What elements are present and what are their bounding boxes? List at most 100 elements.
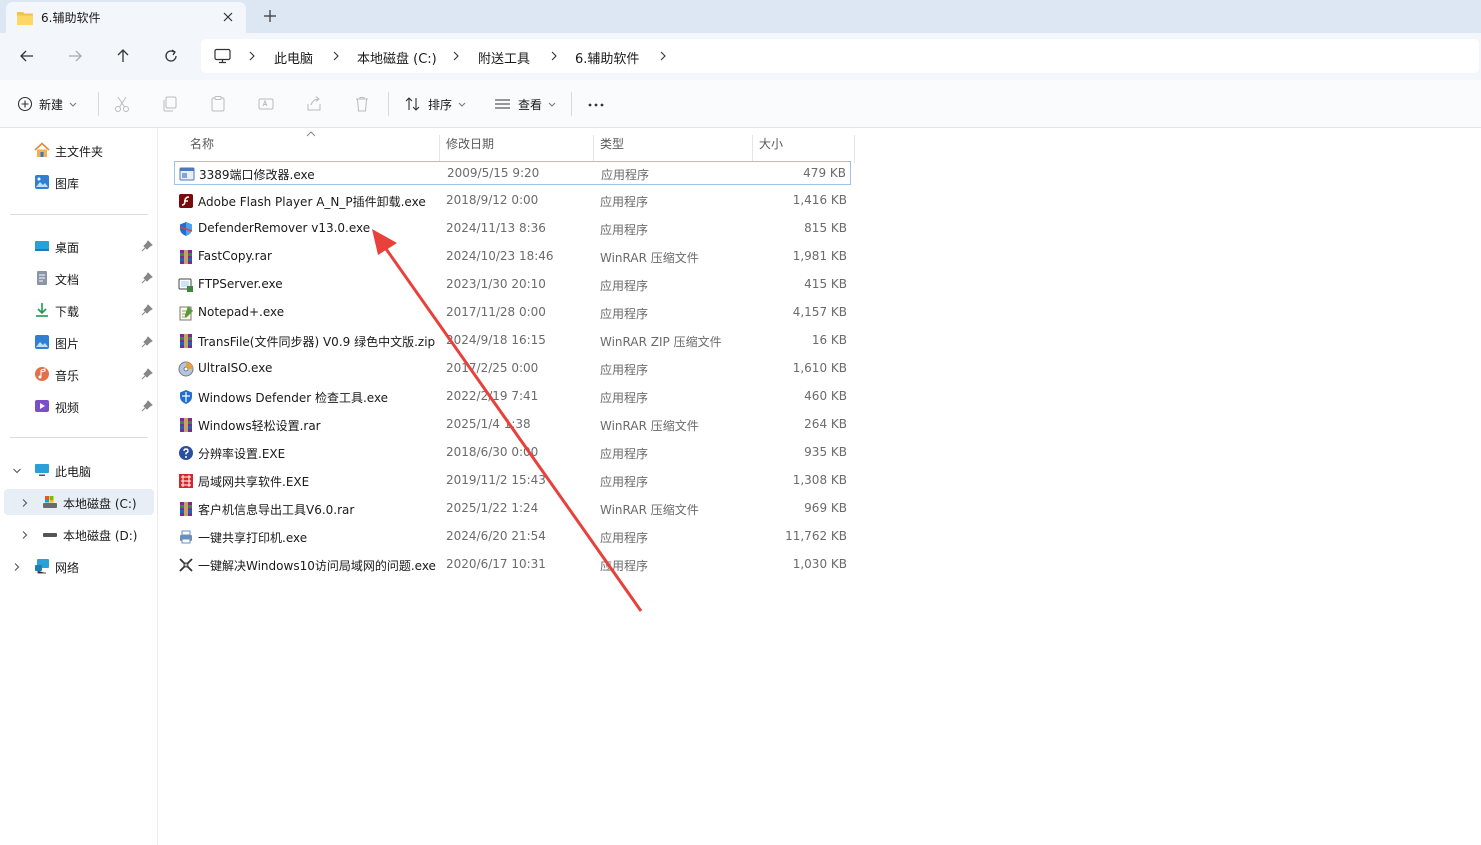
column-header-name[interactable]: 名称	[190, 135, 214, 152]
forward-arrow-icon[interactable]	[65, 46, 85, 66]
sidebar-item-network[interactable]: 网络	[0, 553, 158, 579]
column-header-type[interactable]: 类型	[600, 135, 624, 152]
rename-icon[interactable]	[257, 94, 275, 114]
drive-d-icon	[42, 526, 58, 542]
file-row[interactable]: 3389端口修改器.exe 2009/5/15 9:20 应用程序 479 KB	[174, 161, 851, 185]
file-row[interactable]: Windows Defender 检查工具.exe 2022/2/19 7:41 应…	[174, 385, 851, 409]
sidebar-item-label: 网络	[55, 561, 80, 575]
sidebar-item-documents[interactable]: 文档	[0, 265, 158, 291]
sidebar-item-gallery[interactable]: 图库	[0, 169, 158, 195]
file-row[interactable]: UltraISO.exe 2017/2/25 0:00 应用程序 1,610 KB	[174, 357, 851, 381]
file-name: Windows Defender 检查工具.exe	[198, 391, 389, 405]
address-bar[interactable]: 此电脑 本地磁盘 (C:) 附送工具 6.辅助软件	[201, 39, 1479, 73]
copy-icon[interactable]	[161, 94, 179, 114]
file-size: 11,762 KB	[785, 529, 847, 543]
column-divider[interactable]	[854, 135, 855, 163]
sidebar-item-downloads[interactable]: 下载	[0, 297, 158, 323]
sort-button[interactable]: 排序	[404, 94, 466, 114]
file-size: 1,308 KB	[792, 473, 847, 487]
back-arrow-icon[interactable]	[17, 46, 37, 66]
sidebar-item-label: 文档	[55, 273, 80, 287]
new-tab-icon[interactable]	[262, 8, 278, 24]
pin-icon[interactable]	[141, 368, 153, 380]
pin-icon[interactable]	[141, 272, 153, 284]
column-header-size[interactable]: 大小	[759, 135, 783, 152]
chevron-right-icon[interactable]	[20, 529, 30, 539]
file-type: 应用程序	[600, 223, 649, 237]
file-row[interactable]: FastCopy.rar 2024/10/23 18:46 WinRAR 压缩文件 1…	[174, 245, 851, 269]
sidebar-item-music[interactable]: 音乐	[0, 361, 158, 387]
file-row[interactable]: 一键共享打印机.exe 2024/6/20 21:54 应用程序 11,762 KB	[174, 525, 851, 549]
file-row[interactable]: Notepad+.exe 2017/11/28 0:00 应用程序 4,157 KB	[174, 301, 851, 325]
chevron-right-icon[interactable]	[12, 561, 22, 571]
file-row[interactable]: 客户机信息导出工具V6.0.rar 2025/1/22 1:24 WinRAR 压缩…	[174, 497, 851, 521]
breadcrumb-current-folder[interactable]: 6.辅助软件	[575, 48, 639, 67]
new-button[interactable]: 新建	[17, 94, 77, 114]
drive-c-icon	[42, 494, 58, 510]
printer-share-icon	[178, 529, 194, 545]
sidebar-item-pictures[interactable]: 图片	[0, 329, 158, 355]
view-button[interactable]: 查看	[494, 94, 556, 114]
file-date: 2025/1/22 1:24	[446, 501, 539, 515]
chevron-down-icon[interactable]	[12, 465, 22, 475]
file-row[interactable]: TransFile(文件同步器) V0.9 绿色中文版.zip 2024/9/18…	[174, 329, 851, 353]
chevron-down-icon	[458, 97, 466, 111]
sidebar-item-drive-d[interactable]: 本地磁盘 (D:)	[0, 521, 158, 547]
tab-current[interactable]: 6.辅助软件	[6, 2, 246, 33]
file-row[interactable]: 一键解决Windows10访问局域网的问题.exe 2020/6/17 10:31…	[174, 553, 851, 577]
column-divider[interactable]	[593, 135, 594, 163]
pin-icon[interactable]	[141, 304, 153, 316]
chevron-right-icon[interactable]	[20, 497, 30, 507]
share-icon[interactable]	[305, 94, 323, 114]
column-divider[interactable]	[752, 135, 753, 163]
sidebar-item-drive-c[interactable]: 本地磁盘 (C:)	[4, 489, 154, 515]
pin-icon[interactable]	[141, 240, 153, 252]
sidebar-item-videos[interactable]: 视频	[0, 393, 158, 419]
file-name: DefenderRemover v13.0.exe	[198, 221, 371, 235]
file-name: 3389端口修改器.exe	[199, 168, 315, 182]
sidebar-item-label: 视频	[55, 401, 80, 415]
network-icon	[34, 558, 50, 574]
winrar-icon	[178, 417, 194, 433]
monitor-icon[interactable]	[214, 48, 231, 67]
sidebar-item-home[interactable]: 主文件夹	[0, 137, 158, 163]
file-size: 415 KB	[804, 277, 847, 291]
close-icon[interactable]	[221, 10, 235, 24]
file-date: 2025/1/4 1:38	[446, 417, 531, 431]
navigation-bar: 此电脑 本地磁盘 (C:) 附送工具 6.辅助软件	[0, 33, 1481, 80]
sidebar-item-desktop[interactable]: 桌面	[0, 233, 158, 259]
sidebar-item-this-pc[interactable]: 此电脑	[0, 457, 158, 483]
chevron-right-icon	[451, 50, 461, 62]
pin-icon[interactable]	[141, 400, 153, 412]
file-row[interactable]: Windows轻松设置.rar 2025/1/4 1:38 WinRAR 压缩文件 2…	[174, 413, 851, 437]
ftp-server-icon	[178, 277, 194, 293]
column-header-date[interactable]: 修改日期	[446, 135, 494, 152]
pin-icon[interactable]	[141, 336, 153, 348]
file-row[interactable]: Adobe Flash Player A_N_P插件卸载.exe 2018/9/1…	[174, 189, 851, 213]
more-options-icon[interactable]	[587, 94, 605, 114]
file-type: 应用程序	[601, 168, 650, 182]
file-row[interactable]: DefenderRemover v13.0.exe 2024/11/13 8:36…	[174, 217, 851, 241]
file-row[interactable]: 分辨率设置.EXE 2018/6/30 0:00 应用程序 935 KB	[174, 441, 851, 465]
breadcrumb-tools[interactable]: 附送工具	[478, 48, 530, 67]
file-name: Windows轻松设置.rar	[198, 419, 321, 433]
chevron-right-icon[interactable]	[658, 50, 668, 62]
breadcrumb-this-pc[interactable]: 此电脑	[274, 48, 313, 67]
file-size: 264 KB	[804, 417, 847, 431]
breadcrumb-drive-c[interactable]: 本地磁盘 (C:)	[357, 48, 437, 67]
paste-icon[interactable]	[209, 94, 227, 114]
refresh-icon[interactable]	[161, 46, 181, 66]
delete-icon[interactable]	[353, 94, 371, 114]
file-type: 应用程序	[600, 363, 649, 377]
folder-icon	[17, 11, 33, 25]
file-row[interactable]: 局域网共享软件.EXE 2019/11/2 15:43 应用程序 1,308 KB	[174, 469, 851, 493]
new-button-label: 新建	[39, 97, 64, 112]
file-row[interactable]: FTPServer.exe 2023/1/30 20:10 应用程序 415 KB	[174, 273, 851, 297]
file-name: UltraISO.exe	[198, 361, 273, 375]
cut-icon[interactable]	[113, 94, 131, 114]
help-icon	[178, 445, 194, 461]
file-date: 2019/11/2 15:43	[446, 473, 546, 487]
column-divider[interactable]	[439, 135, 440, 163]
up-arrow-icon[interactable]	[113, 46, 133, 66]
file-size: 935 KB	[804, 445, 847, 459]
